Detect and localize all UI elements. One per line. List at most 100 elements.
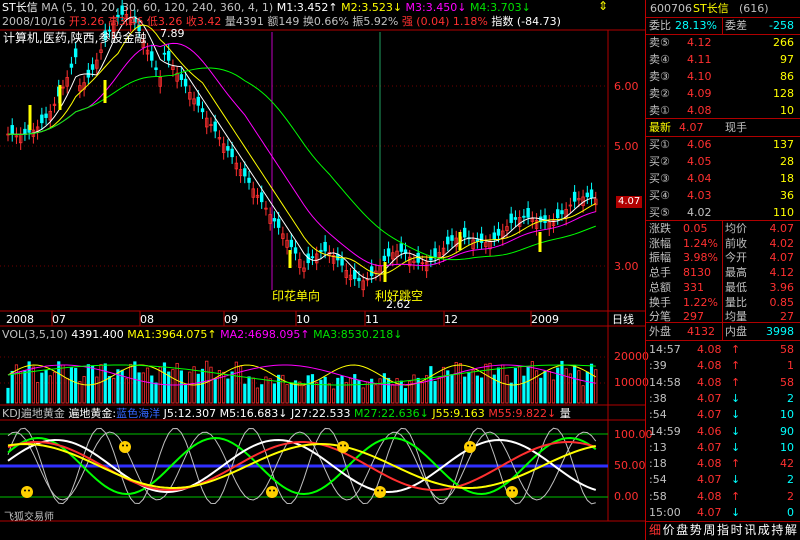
candle-body bbox=[150, 51, 154, 61]
bottom-tab[interactable]: 成 bbox=[758, 523, 770, 537]
buy-row: 买③ 4.04 18 bbox=[647, 170, 800, 187]
smiley-eye bbox=[513, 489, 515, 492]
bottom-tab[interactable]: 指 bbox=[717, 523, 729, 537]
waipan-label: 外盘 bbox=[649, 325, 671, 338]
tick-row: :18 4.08 ↑ 42 bbox=[647, 455, 800, 472]
bottom-tab[interactable]: 时 bbox=[731, 523, 743, 537]
bottom-tab[interactable]: 盘 bbox=[676, 523, 688, 537]
bottom-tab[interactable]: 解 bbox=[785, 523, 797, 537]
dropdown-icon[interactable]: ⇕ bbox=[598, 0, 608, 13]
date-label: 12 bbox=[444, 313, 458, 326]
volume-ma3: MA3:8530.218 bbox=[313, 328, 394, 341]
ma-params: MA (5, 10, 20, 30, 60, 120, 240, 360, 4,… bbox=[41, 1, 274, 14]
kdj-title: KDJ遍地黄金 bbox=[2, 407, 65, 420]
volume-bar bbox=[6, 387, 10, 404]
waipan-row: 外盘 4132 内盘 3998 bbox=[647, 323, 800, 340]
volume-bar bbox=[522, 375, 526, 404]
sell-row: 卖① 4.08 10 bbox=[647, 102, 800, 119]
tick-price: 4.08 bbox=[697, 457, 722, 471]
date-label: 08 bbox=[140, 313, 154, 326]
bottom-tab[interactable]: 价 bbox=[663, 523, 675, 537]
kdj-m27-arrow: ↓ bbox=[419, 407, 429, 420]
tick-price: 4.08 bbox=[697, 489, 722, 503]
volume-header: VOL(3,5,10) 4391.400 MA1:3964.075↑ MA2:4… bbox=[2, 328, 403, 341]
bottom-tab[interactable]: 势 bbox=[690, 523, 702, 537]
volume-bar bbox=[585, 371, 589, 404]
divider bbox=[722, 220, 723, 340]
volume-value: 4391.400 bbox=[71, 328, 124, 341]
kdj-name: 遍地黄金: bbox=[68, 407, 117, 420]
stock-name[interactable]: ST长信 bbox=[2, 1, 38, 14]
tick-price: 4.07 bbox=[697, 473, 722, 487]
divider bbox=[646, 136, 800, 137]
bar-amplitude: 振5.92% bbox=[352, 15, 399, 28]
quote-title-row: 600706 ST长信 (616) bbox=[647, 0, 800, 17]
volume-bar bbox=[40, 372, 44, 404]
smiley-icon bbox=[266, 486, 278, 498]
volume-bar bbox=[133, 361, 137, 404]
buy-row: 买④ 4.03 36 bbox=[647, 187, 800, 204]
smiley-eye bbox=[122, 444, 124, 447]
volume-bar bbox=[386, 377, 391, 404]
smiley-eye bbox=[381, 489, 383, 492]
candle-body bbox=[247, 177, 251, 183]
bottom-tab[interactable]: 细 bbox=[649, 523, 661, 537]
divider bbox=[722, 17, 723, 34]
volume-bar bbox=[107, 376, 112, 404]
volume-bar bbox=[10, 370, 14, 404]
volume-bar bbox=[112, 377, 116, 404]
volume-bar bbox=[86, 364, 90, 404]
candle-body bbox=[166, 51, 171, 61]
volume-bar bbox=[277, 374, 281, 404]
candle-body bbox=[310, 256, 315, 259]
bottom-tab[interactable]: 讯 bbox=[744, 523, 756, 537]
candle-body bbox=[213, 121, 217, 132]
ma-m4: M4:3.703 bbox=[469, 1, 522, 14]
smiley-eye bbox=[471, 444, 473, 447]
candle-body bbox=[73, 48, 78, 58]
volume-bar bbox=[179, 370, 183, 404]
tick-row: :39 4.08 ↑ 1 bbox=[647, 357, 800, 374]
volume-bar bbox=[479, 377, 484, 404]
tick-arrow: ↓ bbox=[731, 506, 741, 519]
smiley-icon bbox=[119, 441, 131, 453]
bottom-tab[interactable]: 周 bbox=[703, 523, 715, 537]
date-label: 10 bbox=[296, 313, 310, 326]
tick-volume: 2 bbox=[787, 489, 794, 503]
kdj-tail: 量 bbox=[559, 407, 571, 420]
sell-label: 卖⑤ bbox=[649, 36, 670, 49]
candle-body bbox=[323, 241, 327, 252]
volume-bar bbox=[230, 371, 234, 404]
tick-arrow: ↑ bbox=[731, 489, 741, 503]
candle-body bbox=[340, 258, 344, 266]
candle-body bbox=[462, 227, 467, 238]
volume-bar bbox=[560, 360, 564, 404]
header-line-2: 2008/10/16 开3.26 高3.46 低3.26 收3.42 量4391… bbox=[2, 15, 561, 28]
volume-bar bbox=[475, 375, 479, 404]
candle-body bbox=[69, 63, 74, 68]
tick-time: :54 bbox=[649, 408, 667, 422]
period-label[interactable]: 日线 bbox=[612, 313, 634, 326]
volume-bar bbox=[310, 374, 315, 404]
candle-body bbox=[450, 235, 454, 241]
bottom-tab[interactable]: 持 bbox=[771, 523, 783, 537]
kdj-m55-arrow: ↓ bbox=[547, 407, 557, 420]
event-label-2: 利好跳空 bbox=[375, 289, 424, 303]
bar-turnover: 换0.66% bbox=[302, 15, 349, 28]
tick-row: 14:57 4.08 ↑ 58 bbox=[647, 341, 800, 358]
buy-price: 4.05 bbox=[687, 155, 712, 168]
candle-body bbox=[496, 228, 501, 236]
tick-price: 4.08 bbox=[697, 375, 722, 389]
volume-bar bbox=[437, 376, 441, 404]
candle-body bbox=[44, 113, 48, 118]
volume-bar bbox=[78, 381, 82, 404]
buy-label: 买⑤ bbox=[649, 206, 670, 219]
tick-volume: 10 bbox=[780, 408, 794, 422]
volume-bar bbox=[255, 387, 260, 404]
candle-body bbox=[560, 210, 564, 215]
buy-label: 买③ bbox=[649, 172, 670, 185]
last-label: 最新 bbox=[649, 121, 671, 134]
volume-bar bbox=[543, 370, 547, 404]
volume-bar bbox=[357, 379, 361, 404]
smiley-eye bbox=[24, 489, 26, 492]
